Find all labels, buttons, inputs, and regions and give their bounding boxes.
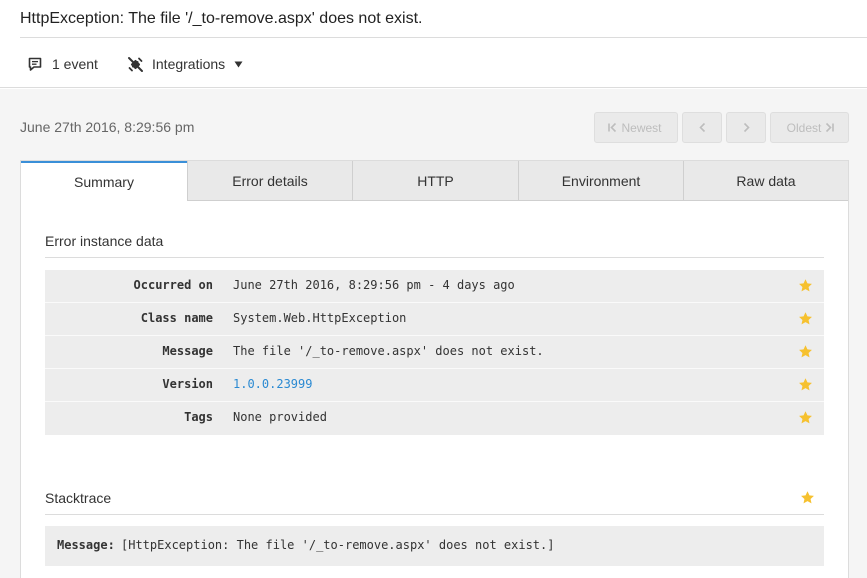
- star-icon[interactable]: [798, 344, 813, 359]
- instance-data-table: Occurred on June 27th 2016, 8:29:56 pm -…: [45, 270, 824, 435]
- last-page-icon: [826, 122, 835, 133]
- caret-down-icon: [234, 61, 243, 67]
- stacktrace-section-divider: [45, 514, 824, 515]
- table-row: Class name System.Web.HttpException: [45, 303, 824, 336]
- table-row: Version 1.0.0.23999: [45, 369, 824, 402]
- row-label: Class name: [140, 311, 213, 325]
- event-panel: Summary Error details HTTP Environment R…: [20, 160, 849, 578]
- oldest-label: Oldest: [786, 120, 822, 135]
- row-value: System.Web.HttpException: [233, 311, 407, 325]
- star-icon[interactable]: [798, 278, 813, 293]
- star-icon[interactable]: [800, 490, 815, 505]
- first-page-icon: [608, 122, 617, 133]
- stacktrace-message-value: [HttpException: The file '/_to-remove.as…: [121, 538, 555, 552]
- instance-section-divider: [45, 257, 824, 258]
- row-value: June 27th 2016, 8:29:56 pm - 4 days ago: [233, 278, 515, 292]
- integrations-dropdown[interactable]: Integrations: [127, 54, 243, 74]
- tab-http[interactable]: HTTP: [352, 161, 518, 201]
- comment-icon: [28, 57, 42, 71]
- page-title: HttpException: The file '/_to-remove.asp…: [20, 10, 423, 27]
- oldest-button[interactable]: Oldest: [770, 112, 849, 143]
- top-bar: HttpException: The file '/_to-remove.asp…: [0, 0, 867, 88]
- tab-summary[interactable]: Summary: [21, 161, 187, 201]
- row-value: The file '/_to-remove.aspx' does not exi…: [233, 344, 544, 358]
- events-button[interactable]: 1 event: [28, 54, 98, 74]
- row-value: None provided: [233, 410, 327, 424]
- tab-error-details[interactable]: Error details: [187, 161, 352, 201]
- row-label: Version: [162, 377, 213, 391]
- title-divider: [20, 37, 867, 38]
- stacktrace-section-title: Stacktrace: [45, 490, 112, 506]
- tab-raw-data[interactable]: Raw data: [683, 161, 848, 201]
- chevron-left-icon: [698, 122, 705, 133]
- table-row: Tags None provided: [45, 402, 824, 435]
- puzzle-icon: [128, 56, 143, 72]
- events-count-label: 1 event: [52, 56, 98, 72]
- main-content: June 27th 2016, 8:29:56 pm Newest Oldest…: [0, 89, 867, 578]
- star-icon[interactable]: [798, 311, 813, 326]
- version-link[interactable]: 1.0.0.23999: [233, 377, 312, 391]
- chevron-right-icon: [743, 122, 750, 133]
- instance-section-title: Error instance data: [45, 233, 164, 249]
- previous-button[interactable]: [682, 112, 722, 143]
- table-row: Message The file '/_to-remove.aspx' does…: [45, 336, 824, 369]
- newest-label: Newest: [621, 120, 662, 135]
- tab-bar: Summary Error details HTTP Environment R…: [21, 161, 848, 201]
- stacktrace-box: Message: [HttpException: The file '/_to-…: [45, 526, 824, 566]
- stacktrace-message-label: Message:: [57, 538, 115, 552]
- newest-button[interactable]: Newest: [594, 112, 678, 143]
- star-icon[interactable]: [798, 410, 813, 425]
- row-label: Occurred on: [133, 278, 213, 292]
- row-label: Tags: [184, 410, 213, 424]
- table-row: Occurred on June 27th 2016, 8:29:56 pm -…: [45, 270, 824, 303]
- next-button[interactable]: [726, 112, 766, 143]
- star-icon[interactable]: [798, 377, 813, 392]
- occurrence-date: June 27th 2016, 8:29:56 pm: [20, 119, 195, 135]
- tab-environment[interactable]: Environment: [518, 161, 683, 201]
- row-label: Message: [162, 344, 213, 358]
- integrations-label: Integrations: [152, 56, 226, 72]
